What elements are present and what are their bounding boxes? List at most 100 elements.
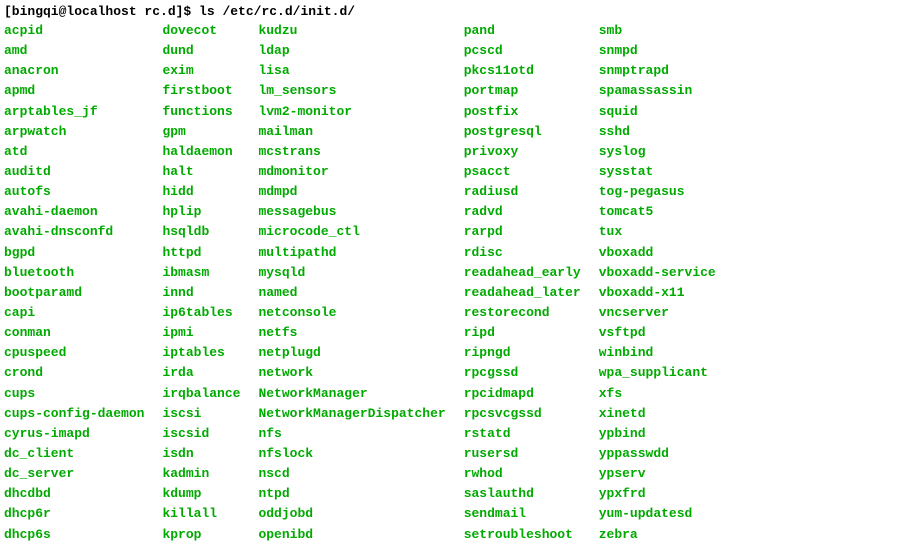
- file-entry: apmd: [4, 81, 144, 101]
- file-entry: privoxy: [464, 142, 581, 162]
- file-entry: rwhod: [464, 464, 581, 484]
- file-entry: oddjobd: [258, 504, 445, 524]
- file-entry: rpcgssd: [464, 363, 581, 383]
- file-entry: functions: [162, 102, 240, 122]
- file-entry: saslauthd: [464, 484, 581, 504]
- file-entry: NetworkManager: [258, 384, 445, 404]
- file-entry: capi: [4, 303, 144, 323]
- file-entry: squid: [599, 102, 716, 122]
- file-entry: irda: [162, 363, 240, 383]
- file-entry: avahi-dnsconfd: [4, 222, 144, 242]
- file-entry: hsqldb: [162, 222, 240, 242]
- file-entry: zebra: [599, 525, 716, 545]
- file-entry: exim: [162, 61, 240, 81]
- file-entry: yum-updatesd: [599, 504, 716, 524]
- file-entry: cyrus-imapd: [4, 424, 144, 444]
- file-entry: cpuspeed: [4, 343, 144, 363]
- file-entry: tux: [599, 222, 716, 242]
- file-entry: sendmail: [464, 504, 581, 524]
- file-entry: kadmin: [162, 464, 240, 484]
- file-entry: pand: [464, 21, 581, 41]
- file-entry: autofs: [4, 182, 144, 202]
- file-entry: NetworkManagerDispatcher: [258, 404, 445, 424]
- file-entry: multipathd: [258, 243, 445, 263]
- file-entry: mdmpd: [258, 182, 445, 202]
- file-entry: hplip: [162, 202, 240, 222]
- file-entry: psacct: [464, 162, 581, 182]
- file-entry: mailman: [258, 122, 445, 142]
- listing-column: pandpcscdpkcs11otdportmappostfixpostgres…: [464, 21, 581, 545]
- listing-column: smbsnmpdsnmptrapdspamassassinsquidsshd sy…: [599, 21, 716, 545]
- file-entry: avahi-daemon: [4, 202, 144, 222]
- file-entry: ipmi: [162, 323, 240, 343]
- file-entry: snmptrapd: [599, 61, 716, 81]
- file-entry: amd: [4, 41, 144, 61]
- file-entry: smb: [599, 21, 716, 41]
- file-entry: rarpd: [464, 222, 581, 242]
- file-entry: httpd: [162, 243, 240, 263]
- file-entry: network: [258, 363, 445, 383]
- file-entry: setroubleshoot: [464, 525, 581, 545]
- file-entry: crond: [4, 363, 144, 383]
- file-entry: tog-pegasus: [599, 182, 716, 202]
- file-entry: bluetooth: [4, 263, 144, 283]
- file-entry: iptables: [162, 343, 240, 363]
- file-entry: mysqld: [258, 263, 445, 283]
- file-entry: dhcp6s: [4, 525, 144, 545]
- file-entry: irqbalance: [162, 384, 240, 404]
- file-entry: netconsole: [258, 303, 445, 323]
- file-entry: portmap: [464, 81, 581, 101]
- file-entry: kprop: [162, 525, 240, 545]
- file-entry: netfs: [258, 323, 445, 343]
- file-entry: haldaemon: [162, 142, 240, 162]
- file-entry: arpwatch: [4, 122, 144, 142]
- file-entry: lvm2-monitor: [258, 102, 445, 122]
- file-entry: anacron: [4, 61, 144, 81]
- file-entry: innd: [162, 283, 240, 303]
- file-entry: rpcidmapd: [464, 384, 581, 404]
- file-entry: snmpd: [599, 41, 716, 61]
- file-entry: hidd: [162, 182, 240, 202]
- file-entry: bgpd: [4, 243, 144, 263]
- file-entry: ldap: [258, 41, 445, 61]
- shell-command: ls /etc/rc.d/init.d/: [199, 4, 355, 19]
- file-entry: isdn: [162, 444, 240, 464]
- file-entry: xfs: [599, 384, 716, 404]
- file-entry: cups-config-daemon: [4, 404, 144, 424]
- file-entry: vboxadd: [599, 243, 716, 263]
- file-entry: postgresql: [464, 122, 581, 142]
- file-entry: dc_client: [4, 444, 144, 464]
- file-entry: killall: [162, 504, 240, 524]
- file-entry: spamassassin: [599, 81, 716, 101]
- file-entry: iscsi: [162, 404, 240, 424]
- listing-column: acpidamdanacronapmdarptables_jfarpwatcha…: [4, 21, 144, 545]
- file-entry: conman: [4, 323, 144, 343]
- terminal-prompt-line: [bingqi@localhost rc.d]$ ls /etc/rc.d/in…: [4, 4, 910, 19]
- file-entry: openibd: [258, 525, 445, 545]
- file-entry: wpa_supplicant: [599, 363, 716, 383]
- file-entry: kdump: [162, 484, 240, 504]
- file-entry: restorecond: [464, 303, 581, 323]
- listing-column: dovecotdundeximfirstbootfunctionsgpmhald…: [162, 21, 240, 545]
- file-entry: auditd: [4, 162, 144, 182]
- file-entry: lm_sensors: [258, 81, 445, 101]
- file-entry: ypbind: [599, 424, 716, 444]
- file-entry: tomcat5: [599, 202, 716, 222]
- file-entry: vboxadd-x11: [599, 283, 716, 303]
- file-entry: acpid: [4, 21, 144, 41]
- file-entry: rusersd: [464, 444, 581, 464]
- file-entry: ntpd: [258, 484, 445, 504]
- file-entry: mdmonitor: [258, 162, 445, 182]
- file-entry: vboxadd-service: [599, 263, 716, 283]
- file-entry: dovecot: [162, 21, 240, 41]
- file-entry: netplugd: [258, 343, 445, 363]
- file-entry: sysstat: [599, 162, 716, 182]
- file-entry: arptables_jf: [4, 102, 144, 122]
- shell-prompt: [bingqi@localhost rc.d]$: [4, 4, 199, 19]
- file-entry: dund: [162, 41, 240, 61]
- file-entry: dc_server: [4, 464, 144, 484]
- file-entry: atd: [4, 142, 144, 162]
- file-entry: yppasswdd: [599, 444, 716, 464]
- file-entry: nfslock: [258, 444, 445, 464]
- file-entry: sshd: [599, 122, 716, 142]
